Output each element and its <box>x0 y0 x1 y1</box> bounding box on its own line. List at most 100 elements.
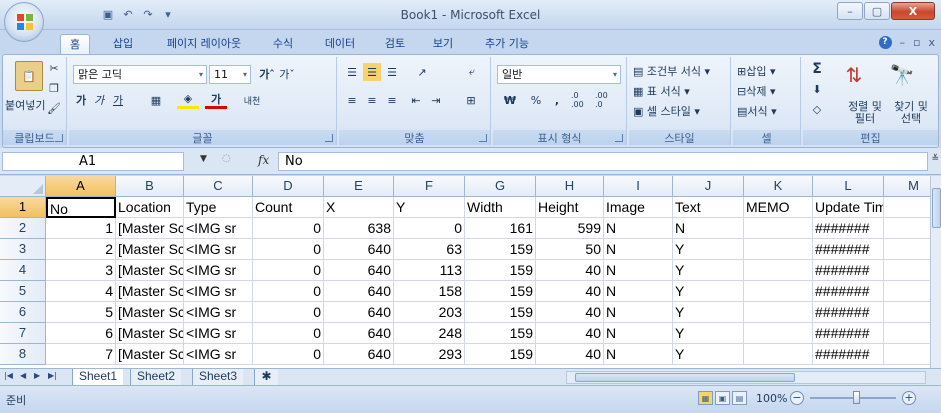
border-icon[interactable]: ▦ <box>145 91 167 109</box>
table-cell[interactable]: 0 <box>253 239 324 260</box>
formula-input[interactable]: No <box>278 152 928 171</box>
sort-filter-button[interactable]: 정렬 및 필터 <box>843 101 887 125</box>
vertical-scrollbar[interactable] <box>930 176 941 368</box>
table-cell[interactable]: ####### <box>813 323 884 344</box>
column-header-c[interactable]: C <box>184 176 253 197</box>
table-cell[interactable]: 113 <box>394 260 465 281</box>
minimize-button[interactable]: – <box>837 2 863 20</box>
table-cell[interactable]: N <box>604 218 673 239</box>
office-button[interactable] <box>4 2 44 42</box>
number-format-select[interactable]: 일반 ▾ <box>497 65 621 84</box>
expand-formula-bar-icon[interactable]: ≚ <box>931 154 939 164</box>
table-cell[interactable]: [Master Sc <box>116 323 184 344</box>
name-box[interactable]: A1 <box>2 152 184 171</box>
table-cell[interactable]: [Master Sc <box>116 218 184 239</box>
align-left-icon[interactable]: ≡ <box>343 91 361 109</box>
table-cell[interactable]: <IMG sr <box>184 218 253 239</box>
table-cell[interactable]: <IMG sr <box>184 260 253 281</box>
format-cells-button[interactable]: ▤서식 ▾ <box>737 103 777 119</box>
horizontal-scroll-thumb[interactable] <box>575 373 795 382</box>
column-header-l[interactable]: L <box>813 176 884 197</box>
normal-view-icon[interactable]: ▦ <box>698 391 713 405</box>
table-cell[interactable]: N <box>604 323 673 344</box>
column-header-a[interactable]: A <box>46 176 116 197</box>
table-cell[interactable]: ####### <box>813 218 884 239</box>
table-cell[interactable] <box>744 281 813 302</box>
table-cell[interactable]: 3 <box>46 260 116 281</box>
table-cell[interactable]: 40 <box>536 281 604 302</box>
table-cell[interactable]: Y <box>673 323 744 344</box>
table-cell[interactable] <box>744 260 813 281</box>
redo-icon[interactable]: ↷ <box>140 6 156 22</box>
table-cell[interactable]: [Master Sc <box>116 260 184 281</box>
sheet-tab-3[interactable]: Sheet3 <box>192 369 244 385</box>
orientation-icon[interactable]: ↗ <box>409 63 435 81</box>
sheet-tab-2[interactable]: Sheet2 <box>130 369 182 385</box>
number-launcher-icon[interactable] <box>615 134 623 142</box>
table-cell[interactable]: Count <box>253 197 324 218</box>
table-cell[interactable]: X <box>324 197 394 218</box>
row-header[interactable]: 6 <box>0 302 46 323</box>
next-sheet-icon[interactable]: ▶ <box>34 371 40 380</box>
decrease-decimal-button[interactable]: .00 .0 <box>595 91 617 109</box>
table-cell[interactable]: 6 <box>46 323 116 344</box>
tab-formulas[interactable]: 수식 <box>264 34 302 54</box>
table-cell[interactable]: 1 <box>46 218 116 239</box>
align-top-icon[interactable]: ☰ <box>343 63 361 81</box>
table-cell[interactable]: Image <box>604 197 673 218</box>
save-icon[interactable]: ▣ <box>100 6 116 22</box>
table-cell[interactable]: 2 <box>46 239 116 260</box>
table-cell[interactable]: Y <box>673 239 744 260</box>
vertical-scroll-thumb[interactable] <box>932 188 941 228</box>
table-cell[interactable]: Y <box>673 281 744 302</box>
table-cell[interactable]: 0 <box>253 344 324 365</box>
customize-qat-icon[interactable]: ▾ <box>160 6 176 22</box>
sort-filter-icon[interactable]: ⇅ <box>839 61 869 89</box>
table-cell[interactable]: [Master Sc <box>116 239 184 260</box>
table-cell[interactable] <box>744 302 813 323</box>
table-cell[interactable]: 0 <box>253 281 324 302</box>
decrease-indent-icon[interactable]: ⇤ <box>407 91 425 109</box>
page-layout-view-icon[interactable]: ▣ <box>715 391 730 405</box>
table-cell[interactable] <box>884 344 930 365</box>
fill-icon[interactable]: ⬇ <box>809 81 825 97</box>
find-select-button[interactable]: 찾기 및 선택 <box>889 101 933 125</box>
find-icon[interactable]: 🔭 <box>887 61 917 89</box>
table-cell[interactable]: ####### <box>813 239 884 260</box>
table-cell[interactable]: 7 <box>46 344 116 365</box>
increase-decimal-button[interactable]: .0 .00 <box>571 91 593 109</box>
table-cell[interactable]: N <box>604 239 673 260</box>
table-cell[interactable]: Height <box>536 197 604 218</box>
bold-button[interactable]: 가 <box>73 91 89 109</box>
delete-cells-button[interactable]: ⊟삭제 ▾ <box>737 83 776 99</box>
tab-page-layout[interactable]: 페이지 레이아웃 <box>158 34 250 54</box>
alignment-launcher-icon[interactable] <box>479 134 487 142</box>
cell-styles-button[interactable]: ▣ 셀 스타일 ▾ <box>633 103 700 119</box>
table-cell[interactable]: [Master Sc <box>116 344 184 365</box>
table-cell[interactable]: N <box>604 302 673 323</box>
close-button[interactable]: X <box>891 2 935 20</box>
table-cell[interactable]: Type <box>184 197 253 218</box>
ribbon-minimize-icon[interactable]: – <box>900 36 906 49</box>
phonetic-button[interactable]: 내천 <box>237 91 267 109</box>
table-cell[interactable]: Text <box>673 197 744 218</box>
column-header-g[interactable]: G <box>465 176 536 197</box>
table-cell[interactable]: <IMG sr <box>184 302 253 323</box>
tab-view[interactable]: 보기 <box>424 34 462 54</box>
table-cell[interactable]: MEMO <box>744 197 813 218</box>
tab-addins[interactable]: 추가 기능 <box>476 34 538 54</box>
row-header[interactable]: 7 <box>0 323 46 344</box>
shrink-font-icon[interactable]: 가ˇ <box>277 65 297 83</box>
fill-color-icon[interactable]: ◈ <box>177 91 199 109</box>
column-header-e[interactable]: E <box>324 176 394 197</box>
comma-button[interactable]: , <box>549 91 565 109</box>
font-size-select[interactable]: 11 ▾ <box>209 65 251 84</box>
worksheet-grid[interactable]: A B C D E F G H I J K L M 1 No Location Type Count X Y Width… <box>0 176 930 368</box>
align-bottom-icon[interactable]: ☰ <box>383 63 401 81</box>
table-cell[interactable]: <IMG sr <box>184 344 253 365</box>
tab-insert[interactable]: 삽입 <box>104 34 142 54</box>
table-cell[interactable]: <IMG sr <box>184 323 253 344</box>
insert-cells-button[interactable]: ⊞삽입 ▾ <box>737 63 776 79</box>
horizontal-scrollbar[interactable] <box>566 371 926 384</box>
table-cell[interactable]: N <box>604 260 673 281</box>
